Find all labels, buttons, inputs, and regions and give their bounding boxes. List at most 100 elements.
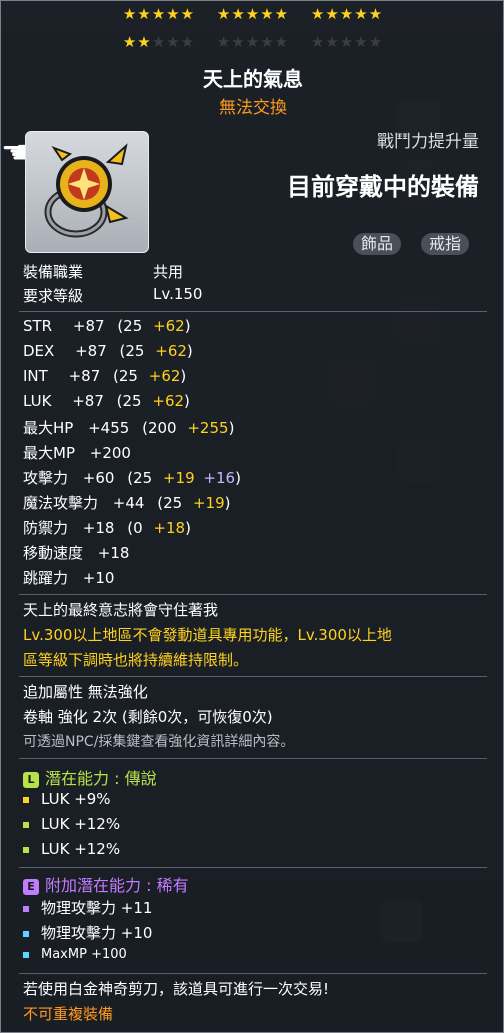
stat-bonus: +19 — [192, 494, 225, 512]
potential-line: LUK +9% — [23, 790, 111, 808]
stat-base: (25 — [113, 367, 138, 385]
bullet-icon — [23, 821, 29, 828]
stat-row: LUK +87 (25 +62) — [23, 392, 190, 410]
stat-close: ) — [228, 419, 235, 437]
potential-line: LUK +12% — [23, 815, 120, 833]
additional-potential-line: 物理攻擊力 +10 — [23, 922, 152, 943]
stat-row: 最大HP +455 (200 +255) — [23, 417, 234, 438]
divider — [19, 973, 487, 974]
stat-row: 最大MP +200 — [23, 442, 131, 463]
stat-close: ) — [186, 342, 193, 360]
stat-row: 攻擊力 +60 (25 +19 +16) — [23, 467, 241, 488]
stat-row: 跳躍力 +10 — [23, 567, 114, 588]
potential-value: LUK +12% — [41, 840, 121, 858]
stat-bonus: +62 — [148, 367, 181, 385]
additional-potential-value: MaxMP +100 — [41, 947, 127, 962]
item-tooltip: ★★★★★ ★★★★★ ★★★★★ ★★★★★ ★★★★★ ★★★★★ 天上的氣… — [0, 0, 504, 1033]
stat-close: ) — [224, 494, 231, 512]
stat-close: ) — [180, 367, 187, 385]
stat-total: +60 — [82, 469, 115, 487]
stat-name: INT — [23, 367, 48, 385]
job-label: 裝備職業 — [23, 263, 84, 281]
stat-bonus: +62 — [152, 392, 185, 410]
stat-base: (25 — [127, 469, 153, 487]
divider — [19, 867, 487, 868]
stat-total: +87 — [75, 342, 107, 360]
stat-total: +18 — [82, 519, 115, 537]
epic-badge-icon: E — [23, 878, 39, 895]
bullet-icon — [23, 846, 29, 853]
stat-bonus: +62 — [155, 342, 187, 360]
stat-base: (25 — [116, 392, 142, 410]
stat-base: (25 — [117, 317, 143, 335]
trade-status: 無法交換 — [219, 98, 287, 118]
stat-row: 移動速度 +18 — [23, 542, 129, 563]
level-value: Lv.150 — [153, 285, 203, 303]
potential-title: 潛在能力 : 傳說 — [45, 769, 157, 788]
combat-power-label: 戰鬥力提升量 — [377, 132, 479, 152]
stat-total: +44 — [112, 494, 145, 512]
stat-name: STR — [23, 317, 53, 335]
bullet-icon — [23, 796, 29, 803]
stat-bonus: +18 — [153, 519, 186, 537]
star-force-row-2: ★★★★★ ★★★★★ ★★★★★ — [1, 33, 504, 51]
job-requirement: 裝備職業 共用 — [23, 261, 183, 282]
level-label: 要求等級 — [23, 287, 84, 305]
platinum-scissors-note: 若使用白金神奇剪刀，該道具可進行一次交易! — [23, 980, 330, 998]
stat-bonus-starforce: +16 — [203, 469, 236, 487]
stat-name: 防禦力 — [23, 519, 69, 537]
additional-potential-value: 物理攻擊力 +11 — [41, 899, 153, 917]
legendary-badge-icon: L — [23, 771, 39, 788]
star-group: ★★★★★ — [122, 5, 196, 23]
restriction-text-line-2: 區等級下調時也將持續維持限制。 — [23, 651, 249, 669]
restriction-text-line-1: Lv.300以上地區不會發動道具專用功能，Lv.300以上地 — [23, 626, 392, 644]
star-filled: ★★ — [122, 33, 152, 51]
divider — [19, 594, 487, 595]
combat-power-status: 目前穿戴中的裝備 — [287, 173, 479, 201]
additional-attribute: 追加屬性 無法強化 — [23, 683, 148, 701]
potential-value: LUK +12% — [41, 815, 121, 833]
stat-total: +455 — [88, 419, 130, 437]
stat-name: DEX — [23, 342, 55, 360]
unique-equip-note: 不可重複裝備 — [23, 1005, 114, 1023]
stat-base: (25 — [157, 494, 183, 512]
divider — [19, 676, 487, 677]
ring-icon — [44, 143, 129, 238]
flavor-text: 天上的最終意志將會守住著我 — [23, 601, 219, 619]
stat-name: 最大MP — [23, 444, 75, 462]
stat-row: 魔法攻擊力 +44 (25 +19) — [23, 492, 230, 513]
bullet-icon — [23, 930, 29, 937]
stat-base: (0 — [127, 519, 143, 537]
stat-name: 魔法攻擊力 — [23, 494, 99, 512]
stat-name: 移動速度 — [23, 544, 84, 562]
stat-base: (25 — [119, 342, 145, 360]
item-icon-frame — [25, 131, 149, 253]
additional-potential-line: MaxMP +100 — [23, 947, 127, 962]
star-group: ★★★★★ — [310, 33, 384, 51]
potential-header: L 潛在能力 : 傳說 — [23, 765, 157, 789]
stat-row: DEX +87 (25 +62) — [23, 342, 193, 360]
star-group: ★★★★★ — [310, 5, 384, 23]
stat-name: 最大HP — [23, 419, 74, 437]
stat-name: 跳躍力 — [23, 569, 69, 587]
stat-bonus: +255 — [187, 419, 229, 437]
stat-total: +10 — [82, 569, 115, 587]
scroll-upgrade-info: 卷軸 強化 2次 (剩餘0次，可恢復0次) — [23, 708, 273, 726]
stat-row: INT +87 (25 +62) — [23, 367, 186, 385]
additional-potential-title: 附加潛在能力 : 稀有 — [45, 876, 189, 895]
stat-bonus: +19 — [162, 469, 195, 487]
category-tag-accessory: 飾品 — [353, 233, 402, 255]
stat-name: LUK — [23, 392, 52, 410]
star-group: ★★★★★ — [123, 33, 195, 51]
stat-row: 防禦力 +18 (0 +18) — [23, 517, 191, 538]
stat-total: +87 — [68, 367, 101, 385]
stat-name: 攻擊力 — [23, 469, 69, 487]
stat-close: ) — [185, 519, 191, 537]
stat-total: +87 — [72, 317, 105, 335]
additional-potential-header: E 附加潛在能力 : 稀有 — [23, 872, 189, 896]
star-group: ★★★★★ — [216, 33, 290, 51]
stat-total: +18 — [97, 544, 130, 562]
star-force-row-1: ★★★★★ ★★★★★ ★★★★★ — [1, 5, 504, 23]
stat-close: ) — [235, 469, 241, 487]
divider — [19, 311, 487, 312]
